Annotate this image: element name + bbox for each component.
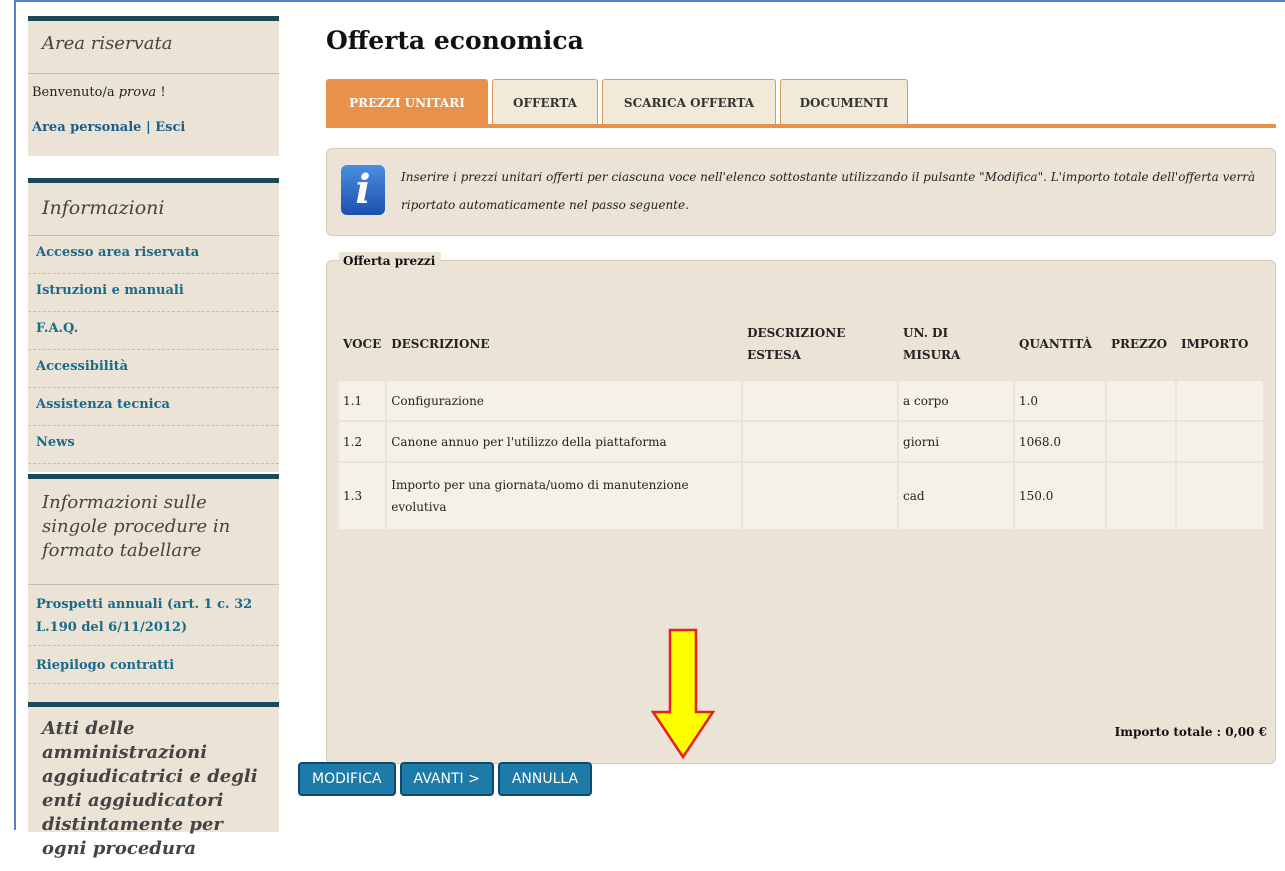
col-voce: VOCE [343,337,382,351]
cell-voce: 1.1 [339,381,386,420]
cell-quantita: 1.0 [1014,381,1105,420]
down-arrow-annotation-icon [650,628,716,760]
area-riservata-box: Area riservata Benvenuto/a prova ! Area … [28,16,279,156]
fieldset-legend: Offerta prezzi [339,252,442,270]
offerta-prezzi-fieldset: Offerta prezzi VOCE DESCRIZIONE DESCRIZI… [326,252,1276,764]
info-icon: i [341,165,385,215]
welcome-text: Benvenuto/a prova ! [28,74,279,100]
sidebar-item-accessibilita[interactable]: Accessibilità [28,350,279,388]
cell-importo [1176,381,1263,420]
sidebar-item-accesso[interactable]: Accesso area riservata [28,236,279,274]
cell-descrizione-estesa [743,463,898,529]
cell-voce: 1.2 [339,422,386,461]
cell-prezzo [1106,422,1175,461]
esci-link[interactable]: Esci [155,120,185,135]
tab-scarica-offerta[interactable]: SCARICA OFFERTA [602,79,776,125]
modifica-button[interactable]: MODIFICA [298,762,396,796]
table-row: 1.1 Configurazione a corpo 1.0 [339,381,1263,420]
main-content: Offerta economica PREZZI UNITARI OFFERTA… [326,18,1276,764]
importo-totale: Importo totale : 0,00 € [1114,725,1267,739]
tabellare-box: Informazioni sulle singole procedure in … [28,474,279,704]
informazioni-list: Accesso area riservata Istruzioni e manu… [28,236,279,464]
informazioni-title: Informazioni [28,183,279,236]
table-row: 1.2 Canone annuo per l'utilizzo della pi… [339,422,1263,461]
action-buttons: MODIFICA AVANTI > ANNULLA [298,762,593,796]
sidebar-item-assistenza[interactable]: Assistenza tecnica [28,388,279,426]
prices-table: VOCE DESCRIZIONE DESCRIZIONE ESTESA UN. … [337,307,1265,531]
cell-importo [1176,422,1263,461]
cell-unita-misura: giorni [899,422,1013,461]
sidebar-item-faq[interactable]: F.A.Q. [28,312,279,350]
col-unita-misura: UN. DI MISURA [903,326,961,362]
tabellare-list: Prospetti annuali (art. 1 c. 32 L.190 de… [28,585,279,684]
col-descrizione-estesa: DESCRIZIONE ESTESA [747,326,846,362]
col-quantita: QUANTITÀ [1018,337,1092,351]
info-box: i Inserire i prezzi unitari offerti per … [326,148,1276,236]
cell-descrizione-estesa [743,422,898,461]
atti-box: Atti delle amministrazioni aggiudicatric… [28,702,279,859]
informazioni-box: Informazioni Accesso area riservata Istr… [28,178,279,472]
cell-quantita: 1068.0 [1014,422,1105,461]
sidebar-item-istruzioni[interactable]: Istruzioni e manuali [28,274,279,312]
cell-voce: 1.3 [339,463,386,529]
wizard-tabs: PREZZI UNITARI OFFERTA SCARICA OFFERTA D… [326,79,1276,127]
sidebar-item-prospetti[interactable]: Prospetti annuali (art. 1 c. 32 L.190 de… [28,585,279,646]
cell-descrizione: Importo per una giornata/uomo di manuten… [387,463,742,529]
col-importo: IMPORTO [1180,337,1249,351]
cell-descrizione-estesa [743,381,898,420]
tabellare-title: Informazioni sulle singole procedure in … [28,479,279,585]
cell-prezzo [1106,463,1175,529]
atti-title: Atti delle amministrazioni aggiudicatric… [42,718,258,859]
welcome-user: prova [118,85,157,100]
cell-quantita: 150.0 [1014,463,1105,529]
table-header-row: VOCE DESCRIZIONE DESCRIZIONE ESTESA UN. … [339,309,1263,379]
personal-links: Area personale | Esci [28,100,279,135]
tab-documenti[interactable]: DOCUMENTI [780,79,908,125]
cell-descrizione: Canone annuo per l'utilizzo della piatta… [387,422,742,461]
page-title: Offerta economica [326,26,584,55]
cell-descrizione: Configurazione [387,381,742,420]
cell-unita-misura: a corpo [899,381,1013,420]
sidebar-item-news[interactable]: News [28,426,279,464]
welcome-prefix: Benvenuto/a [32,85,119,100]
tab-offerta[interactable]: OFFERTA [492,79,598,125]
welcome-suffix: ! [156,85,166,100]
info-text: Inserire i prezzi unitari offerti per ci… [401,170,1256,212]
avanti-button[interactable]: AVANTI > [399,762,494,796]
annulla-button[interactable]: ANNULLA [497,762,593,796]
sidebar: Area riservata Benvenuto/a prova ! Area … [28,16,279,859]
tab-underline [326,124,1276,128]
table-row: 1.3 Importo per una giornata/uomo di man… [339,463,1263,529]
col-descrizione: DESCRIZIONE [391,337,490,351]
cell-importo [1176,463,1263,529]
tab-prezzi-unitari[interactable]: PREZZI UNITARI [326,79,488,125]
cell-unita-misura: cad [899,463,1013,529]
area-riservata-title: Area riservata [28,21,279,74]
col-prezzo: PREZZO [1110,337,1168,351]
sidebar-item-riepilogo[interactable]: Riepilogo contratti [28,646,279,684]
cell-prezzo [1106,381,1175,420]
link-separator: | [145,120,151,135]
area-personale-link[interactable]: Area personale [32,120,141,135]
